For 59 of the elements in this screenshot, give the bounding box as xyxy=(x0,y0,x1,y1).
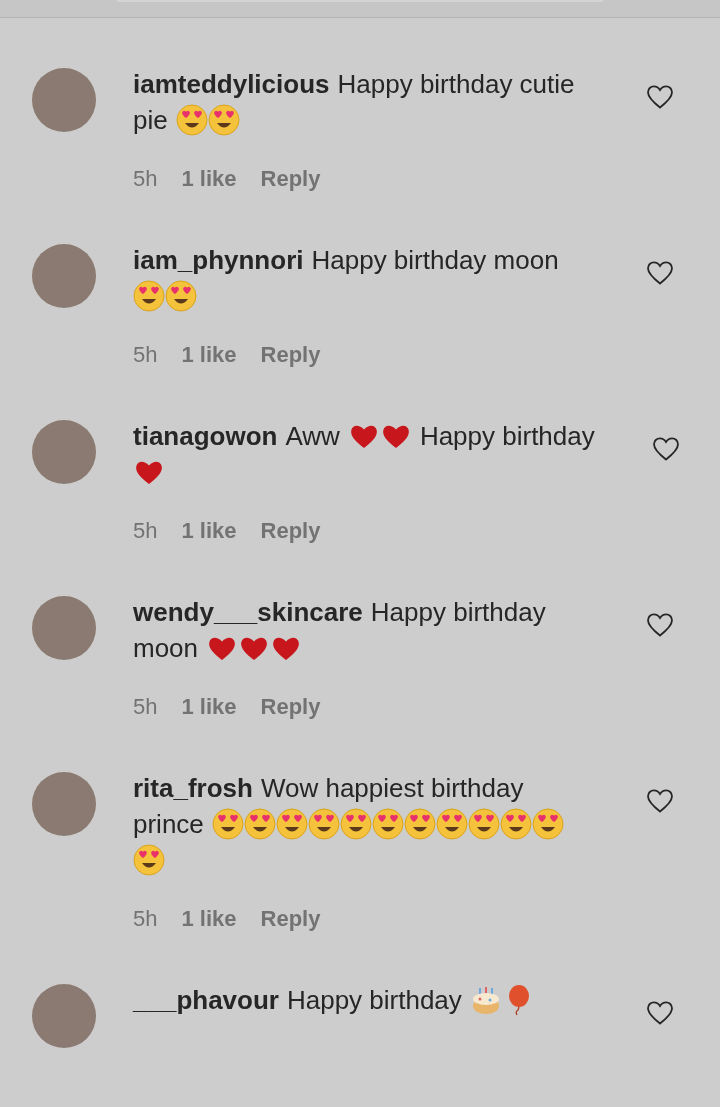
reply-link[interactable]: Reply xyxy=(260,518,321,544)
heart-eyes-emoji xyxy=(339,808,372,840)
like-button[interactable] xyxy=(646,260,674,286)
reply-link[interactable]: Reply xyxy=(260,342,321,368)
heart-eyes-emoji xyxy=(243,808,276,840)
like-count: 1 like xyxy=(181,342,237,368)
like-count: 1 like xyxy=(181,906,237,932)
comment-time: 5h xyxy=(133,342,158,368)
heart-eyes-emoji xyxy=(175,104,208,136)
heart-icon xyxy=(646,1000,674,1026)
username: iam_phynnori xyxy=(133,244,304,277)
heart-eyes-emoji xyxy=(531,808,564,840)
comment-text: prince xyxy=(133,808,204,841)
reply-link[interactable]: Reply xyxy=(260,694,321,720)
heart-eyes-emoji xyxy=(435,808,468,840)
comment-time: 5h xyxy=(133,906,158,932)
username: ___phavour xyxy=(133,984,279,1017)
comment-text: Happy birthday cutie xyxy=(337,68,575,101)
heart-eyes-emoji xyxy=(133,280,165,312)
comment-text: Happy birthday xyxy=(286,984,462,1017)
like-count: 1 like xyxy=(181,518,237,544)
like-button[interactable] xyxy=(646,612,674,638)
heart-eyes-emoji xyxy=(133,844,165,876)
username: wendy___skincare xyxy=(133,596,363,629)
heart-icon xyxy=(646,788,674,814)
reply-link[interactable]: Reply xyxy=(260,166,321,192)
username: tianagowon xyxy=(133,420,278,453)
comment-text: Happy birthday xyxy=(419,420,595,453)
username: iamteddylicious xyxy=(133,68,330,101)
like-button[interactable] xyxy=(646,1000,674,1026)
comment-text: Happy birthday xyxy=(370,596,546,629)
like-count: 1 like xyxy=(181,694,237,720)
comment-text: Happy birthday moon xyxy=(311,244,559,277)
heart-eyes-emoji xyxy=(207,104,240,136)
comment-text: Aww xyxy=(285,420,340,453)
like-button[interactable] xyxy=(646,84,674,110)
heart-icon xyxy=(646,612,674,638)
heart-eyes-emoji xyxy=(275,808,308,840)
heart-eyes-emoji xyxy=(371,808,404,840)
comment-text: moon xyxy=(133,632,199,665)
heart-icon xyxy=(651,436,680,462)
comment-time: 5h xyxy=(133,694,158,720)
heart-eyes-emoji xyxy=(307,808,340,840)
comment-time: 5h xyxy=(133,518,158,544)
heart-icon xyxy=(646,260,674,286)
heart-eyes-emoji xyxy=(467,808,500,840)
like-button[interactable] xyxy=(646,788,674,814)
heart-icon xyxy=(646,84,674,110)
heart-eyes-emoji xyxy=(165,280,197,312)
heart-eyes-emoji xyxy=(211,808,244,840)
comment-text: Wow happiest birthday xyxy=(260,772,524,805)
comment-text: pie xyxy=(133,104,168,137)
like-button[interactable] xyxy=(651,436,680,462)
heart-eyes-emoji xyxy=(499,808,532,840)
like-count: 1 like xyxy=(181,166,237,192)
comment-time: 5h xyxy=(133,166,158,192)
username: rita_frosh xyxy=(133,772,253,805)
reply-link[interactable]: Reply xyxy=(260,906,321,932)
heart-eyes-emoji xyxy=(403,808,436,840)
